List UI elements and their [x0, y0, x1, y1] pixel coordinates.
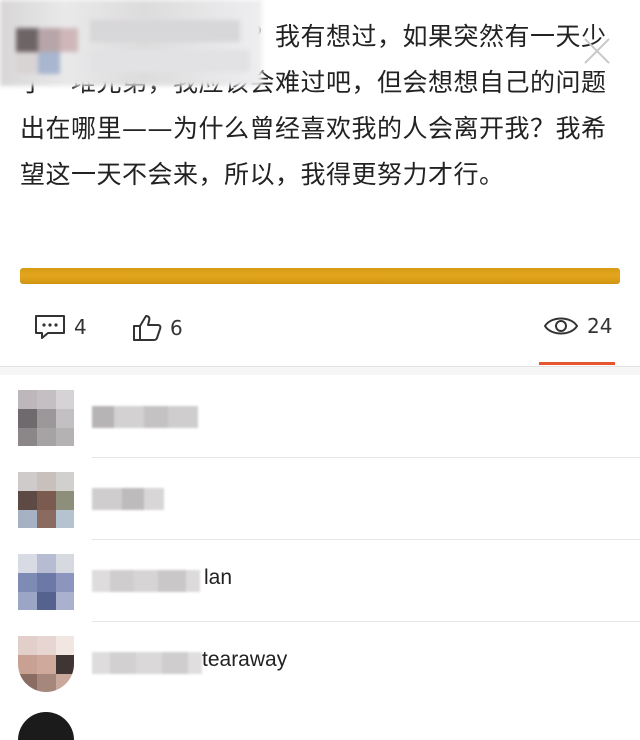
user-row[interactable] — [0, 458, 640, 540]
view-count-tab[interactable]: 24 — [543, 314, 612, 338]
post-content: 喜欢我的粉丝离开我？我有想过，如果突然有一天少了一堆兄弟，我应该会难过吧，但会想… — [0, 0, 640, 260]
user-row[interactable] — [0, 376, 640, 458]
avatar — [18, 636, 74, 692]
avatar — [18, 712, 74, 740]
action-bar: 4 6 24 — [0, 300, 640, 358]
comment-icon — [35, 315, 65, 339]
eye-icon — [543, 317, 579, 335]
blurred-username — [92, 652, 202, 674]
blurred-author-header — [0, 0, 262, 86]
avatar — [18, 554, 74, 610]
avatar — [18, 390, 74, 446]
accent-bar — [20, 268, 620, 284]
like-count: 6 — [170, 316, 183, 340]
like-button[interactable]: 6 — [132, 314, 183, 342]
active-tab-indicator — [539, 362, 615, 365]
username-text: tearaway — [202, 648, 288, 671]
blurred-username — [92, 406, 198, 428]
thumbs-up-icon — [133, 315, 162, 341]
view-count: 24 — [587, 314, 613, 338]
close-icon[interactable] — [582, 36, 612, 66]
username-text: lan — [204, 566, 233, 589]
user-row[interactable]: lan — [0, 540, 640, 622]
comment-button[interactable]: 4 — [34, 314, 87, 340]
blurred-username — [92, 488, 164, 510]
blurred-username — [92, 570, 200, 592]
comment-count: 4 — [74, 315, 87, 339]
user-row[interactable]: tearaway — [0, 622, 640, 704]
avatar — [18, 472, 74, 528]
section-gap — [0, 367, 640, 375]
